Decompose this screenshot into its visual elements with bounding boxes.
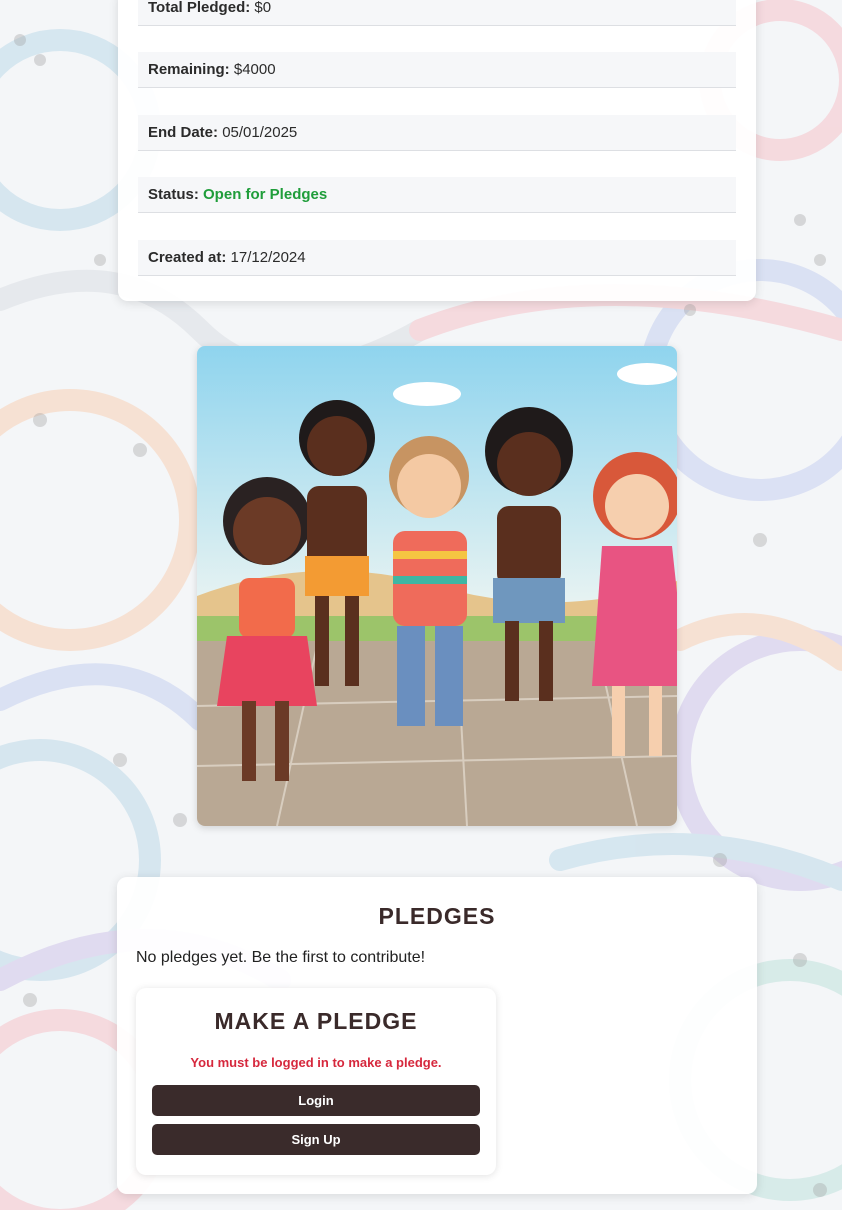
end-date-value: 05/01/2025 — [222, 124, 298, 141]
remaining-label: Remaining: — [148, 61, 230, 78]
created-at-value: 17/12/2024 — [230, 249, 306, 266]
end-date-row: End Date: 05/01/2025 — [138, 115, 736, 151]
make-pledge-form: MAKE A PLEDGE You must be logged in to m… — [136, 988, 496, 1175]
pledges-section: PLEDGES No pledges yet. Be the first to … — [117, 877, 757, 1194]
login-required-message: You must be logged in to make a pledge. — [190, 1055, 442, 1070]
remaining-row: Remaining: $4000 — [138, 52, 736, 88]
end-date-label: End Date: — [148, 124, 219, 141]
make-pledge-heading: MAKE A PLEDGE — [214, 1008, 418, 1034]
created-at-label: Created at: — [148, 249, 227, 266]
campaign-info-card: Total Pledged: $0 Remaining: $4000 End D… — [118, 0, 756, 301]
status-row: Status: Open for Pledges — [138, 177, 736, 213]
created-at-row: Created at: 17/12/2024 — [138, 240, 736, 276]
total-pledged-value: $0 — [254, 0, 272, 16]
no-pledges-message: No pledges yet. Be the first to contribu… — [136, 949, 426, 966]
status-label: Status: — [148, 186, 199, 203]
sign-up-button[interactable]: Sign Up — [152, 1124, 480, 1155]
remaining-value: $4000 — [233, 61, 276, 78]
children-dancing-illustration-icon — [197, 346, 677, 826]
campaign-image — [197, 346, 677, 826]
pledges-heading: PLEDGES — [378, 903, 496, 929]
total-pledged-row: Total Pledged: $0 — [138, 0, 736, 26]
status-value: Open for Pledges — [203, 186, 328, 203]
login-button[interactable]: Login — [152, 1085, 480, 1116]
total-pledged-label: Total Pledged: — [148, 0, 251, 16]
